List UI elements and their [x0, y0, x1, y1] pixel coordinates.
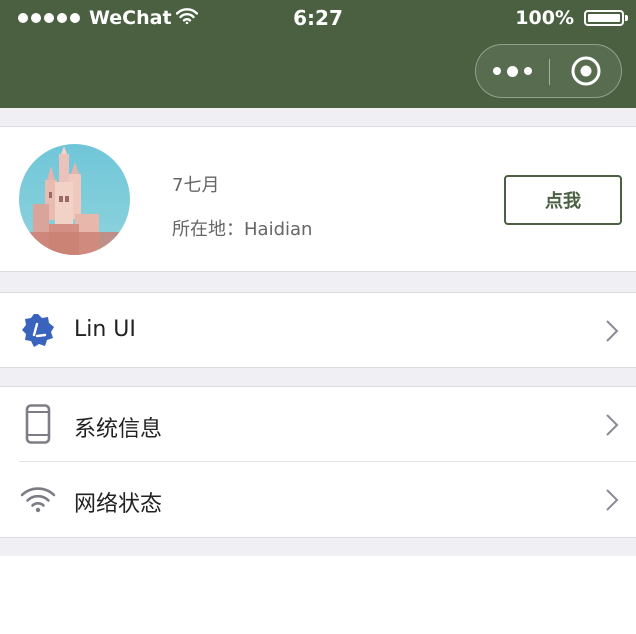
- menu-group-2: 系统信息 网络状态: [0, 386, 636, 538]
- user-nickname: 7七月: [172, 175, 220, 196]
- wifi-icon: [19, 480, 57, 518]
- mini-program-capsule: [475, 44, 622, 98]
- more-button[interactable]: [476, 45, 549, 97]
- close-circle-icon: [571, 56, 601, 86]
- menu-item-lin-ui[interactable]: Lin UI: [0, 293, 636, 367]
- menu-item-label: Lin UI: [74, 317, 136, 342]
- user-location: 所在地：Haidian: [172, 219, 313, 240]
- profile-card: 7七月 所在地：Haidian 点我: [0, 126, 636, 272]
- status-bar: WeChat 6:27 100%: [0, 0, 636, 36]
- chevron-right-icon: [605, 488, 619, 516]
- close-button[interactable]: [550, 45, 622, 97]
- battery-percent: 100%: [515, 7, 574, 29]
- chevron-right-icon: [605, 413, 619, 441]
- phone-icon: [19, 404, 57, 444]
- battery-fill: [588, 14, 620, 22]
- section-gap: [0, 272, 636, 292]
- menu-item-label: 网络状态: [74, 492, 163, 517]
- avatar[interactable]: [19, 144, 130, 255]
- menu-item-network-status[interactable]: 网络状态: [0, 462, 636, 536]
- more-dot: [524, 67, 532, 75]
- battery-icon: [584, 10, 628, 26]
- lin-ui-logo-icon: [19, 311, 57, 349]
- click-me-button[interactable]: 点我: [504, 175, 622, 225]
- more-dot: [493, 67, 501, 75]
- section-gap: [0, 108, 636, 126]
- menu-item-label: 系统信息: [74, 417, 163, 442]
- navigation-bar: WeChat 6:27 100%: [0, 0, 636, 108]
- section-gap: [0, 368, 636, 386]
- more-dot: [507, 65, 518, 77]
- section-gap: [0, 538, 636, 556]
- menu-item-system-info[interactable]: 系统信息: [0, 387, 636, 461]
- status-right: 100%: [515, 7, 628, 29]
- battery-tip: [625, 15, 628, 21]
- menu-group-1: Lin UI: [0, 292, 636, 368]
- chevron-right-icon: [605, 319, 619, 347]
